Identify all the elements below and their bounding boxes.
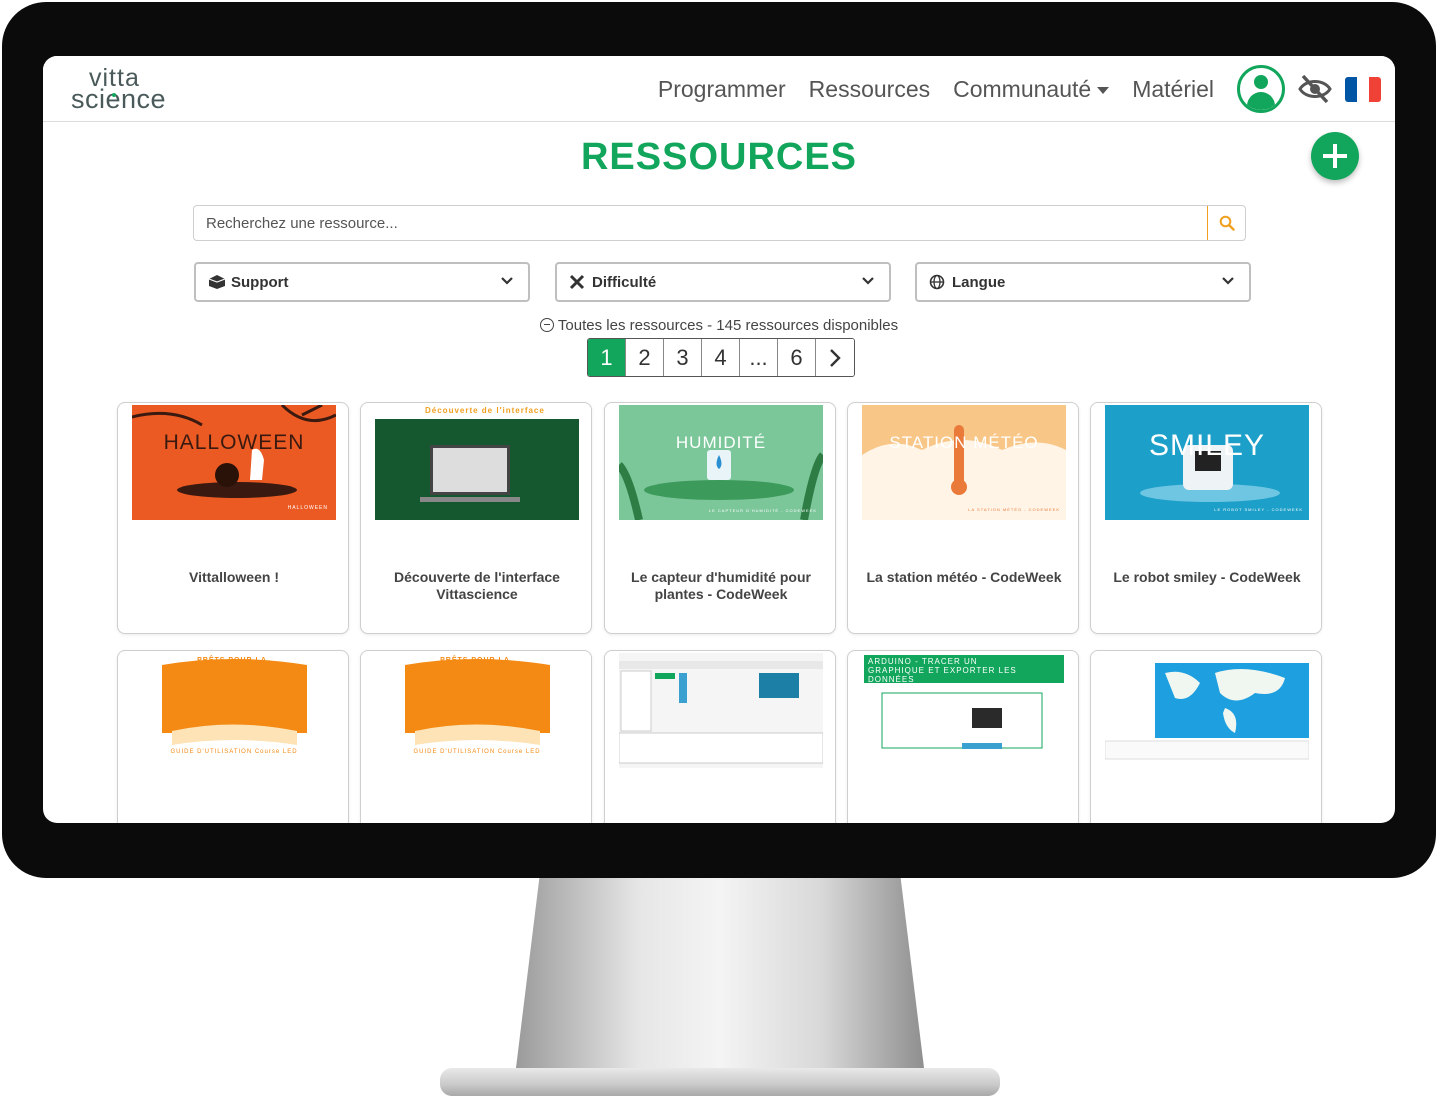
filter-langue[interactable]: Langue xyxy=(915,262,1251,302)
results-info-text: Toutes les ressources - 145 ressources d… xyxy=(557,317,899,334)
language-flag-icon[interactable] xyxy=(1345,76,1381,102)
resource-card-station-meteo[interactable]: STATION MÉTÉO LA STATION MÉTÉO - CODEWEE… xyxy=(847,402,1079,634)
screen: vitta science Programmer Ressources Comm… xyxy=(43,56,1395,823)
search-input[interactable] xyxy=(194,206,1209,240)
nav-programmer[interactable]: Programmer xyxy=(658,76,786,103)
arrow-circle-icon xyxy=(539,318,554,332)
next-page-button[interactable] xyxy=(816,339,854,376)
monitor-base xyxy=(440,1068,1000,1096)
thumbnail-caption: LE ROBOT SMILEY - CODEWEEK xyxy=(1214,507,1303,512)
card-thumbnail-interface: Découverte de l'interface xyxy=(375,405,579,520)
card-title: Le robot smiley - CodeWeek xyxy=(1113,569,1301,585)
card-thumbnail-screenshot xyxy=(619,653,823,768)
chevron-down-icon xyxy=(501,277,513,285)
chevron-down-icon xyxy=(1222,277,1234,285)
card-thumbnail-course-led: PRÊTS POUR LA COURSE ? GUIDE D'UTILISATI… xyxy=(132,653,336,768)
resource-card[interactable] xyxy=(1090,650,1322,823)
logo-dot xyxy=(112,93,116,97)
resource-card-humidite[interactable]: HUMIDITÉ LE CAPTEUR D'HUMIDITÉ - CODEWEE… xyxy=(604,402,836,634)
card-thumbnail-course-led: PRÊTS POUR LA COURSE ? GUIDE D'UTILISATI… xyxy=(375,653,579,768)
thumbnail-caption: LE CAPTEUR D'HUMIDITÉ - CODEWEEK xyxy=(708,508,817,513)
search-icon xyxy=(1219,215,1235,231)
filter-langue-label: Langue xyxy=(952,273,1006,291)
page-button-4[interactable]: 4 xyxy=(702,339,740,376)
thumbnail-caption: HALLOWEEN xyxy=(287,505,328,511)
page-ellipsis: ... xyxy=(740,339,778,376)
resource-card[interactable]: ARDUINO - TRACER UN GRAPHIQUE ET EXPORTE… xyxy=(847,650,1079,823)
chevron-right-icon xyxy=(830,348,841,367)
thumbnail-title: PRÊTS POUR LA COURSE ? xyxy=(197,657,267,671)
chevron-down-icon xyxy=(862,277,874,285)
resource-card[interactable]: PRÊTS POUR LA COURSE ? GUIDE D'UTILISATI… xyxy=(117,650,349,823)
navbar: vitta science Programmer Ressources Comm… xyxy=(43,56,1395,122)
thumbnail-caption: GUIDE D'UTILISATION Course LED xyxy=(170,749,298,755)
card-thumbnail-arduino: ARDUINO - TRACER UN GRAPHIQUE ET EXPORTE… xyxy=(862,653,1066,768)
resource-card-robot-smiley[interactable]: SMILEY LE ROBOT SMILEY - CODEWEEK Le rob… xyxy=(1090,402,1322,634)
nav-materiel[interactable]: Matériel xyxy=(1132,76,1214,103)
thumbnail-title: SMILEY xyxy=(1148,429,1266,462)
thumbnail-title: Découverte de l'interface xyxy=(425,406,545,415)
resource-card[interactable]: PRÊTS POUR LA COURSE ? GUIDE D'UTILISATI… xyxy=(360,650,592,823)
box-icon xyxy=(208,275,226,289)
filter-difficulte-label: Difficulté xyxy=(592,273,657,291)
page-button-2[interactable]: 2 xyxy=(626,339,664,376)
card-thumbnail-smiley: SMILEY LE ROBOT SMILEY - CODEWEEK xyxy=(1105,405,1309,520)
logo[interactable]: vitta science xyxy=(71,64,181,114)
user-avatar-icon[interactable] xyxy=(1237,65,1285,113)
card-thumbnail-station-meteo: STATION MÉTÉO LA STATION MÉTÉO - CODEWEE… xyxy=(862,405,1066,520)
thumbnail-caption: GUIDE D'UTILISATION Course LED xyxy=(413,749,541,755)
resource-card-interface[interactable]: Découverte de l'interface Découverte de … xyxy=(360,402,592,634)
logo-bottom-text: science xyxy=(71,84,167,114)
nav-ressources[interactable]: Ressources xyxy=(809,76,930,103)
thumbnail-title: STATION MÉTÉO xyxy=(889,433,1039,452)
page-button-1[interactable]: 1 xyxy=(588,339,626,376)
card-title: La station météo - CodeWeek xyxy=(866,569,1062,585)
thumbnail-title: PRÊTS POUR LA COURSE ? xyxy=(440,657,510,671)
nav-links: Programmer Ressources Communauté Matérie… xyxy=(658,56,1395,122)
search-bar xyxy=(193,205,1246,241)
card-thumbnail-humidite: HUMIDITÉ LE CAPTEUR D'HUMIDITÉ - CODEWEE… xyxy=(619,405,823,520)
filter-support-label: Support xyxy=(231,273,289,291)
page-button-3[interactable]: 3 xyxy=(664,339,702,376)
page-button-6[interactable]: 6 xyxy=(778,339,816,376)
tools-icon xyxy=(569,274,585,290)
thumbnail-title: HUMIDITÉ xyxy=(675,433,767,452)
card-thumbnail-halloween: HALLOWEEN HALLOWEEN xyxy=(132,405,336,520)
filter-difficulte[interactable]: Difficulté xyxy=(555,262,891,302)
globe-icon xyxy=(929,274,945,290)
card-title: Le capteur d'humidité pour plantes - Cod… xyxy=(631,569,811,602)
card-thumbnail-map xyxy=(1105,653,1309,768)
thumbnail-title: HALLOWEEN xyxy=(163,431,305,454)
search-button[interactable] xyxy=(1207,206,1245,240)
monitor-frame: vitta science Programmer Ressources Comm… xyxy=(0,0,1438,1100)
resource-card-vittalloween[interactable]: HALLOWEEN HALLOWEEN Vittalloween ! xyxy=(117,402,349,634)
pagination: 1 2 3 4 ... 6 xyxy=(587,338,855,377)
add-resource-button[interactable] xyxy=(1311,132,1359,180)
thumbnail-caption: LA STATION MÉTÉO - CODEWEEK xyxy=(968,507,1060,512)
filter-support[interactable]: Support xyxy=(194,262,530,302)
results-info: Toutes les ressources - 145 ressources d… xyxy=(43,317,1395,334)
eye-slash-icon[interactable] xyxy=(1297,74,1333,104)
page-title: RESSOURCES xyxy=(580,136,858,178)
monitor-stand xyxy=(515,876,925,1076)
nav-communaute[interactable]: Communauté xyxy=(953,75,1110,103)
card-title: Vittalloween ! xyxy=(189,569,279,585)
caret-down-icon xyxy=(1097,86,1110,94)
nav-communaute-label: Communauté xyxy=(953,75,1092,102)
resource-card[interactable] xyxy=(604,650,836,823)
card-title: Découverte de l'interface Vittascience xyxy=(394,569,560,602)
